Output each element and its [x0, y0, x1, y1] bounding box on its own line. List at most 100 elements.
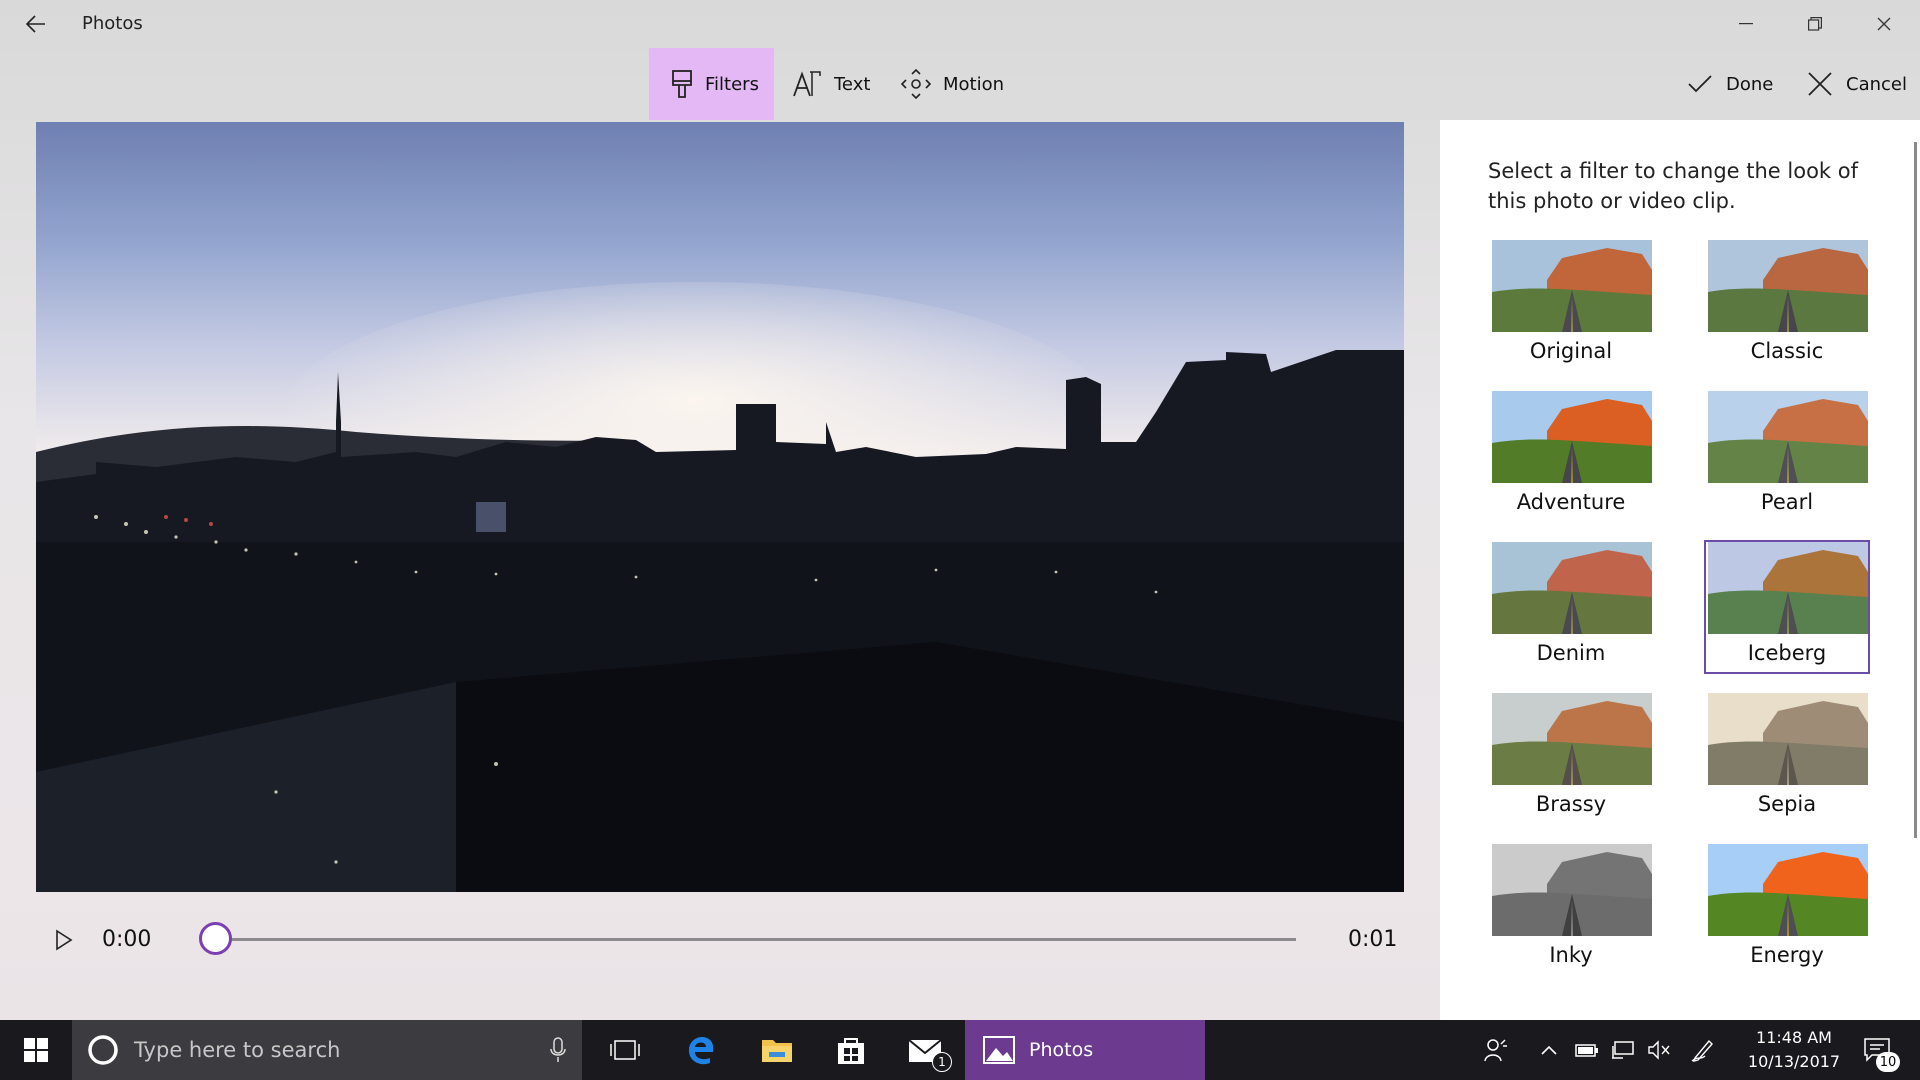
- filter-label: Energy: [1750, 943, 1824, 967]
- action-center-button[interactable]: [1850, 1020, 1904, 1080]
- close-button[interactable]: [1850, 0, 1918, 48]
- checkmark-icon: [1688, 75, 1712, 93]
- filter-inky[interactable]: Inky: [1488, 842, 1654, 976]
- microphone-icon[interactable]: [550, 1037, 566, 1063]
- app-title: Photos: [82, 13, 143, 34]
- back-arrow-icon: [26, 15, 45, 33]
- minimize-icon: [1739, 23, 1753, 25]
- store-button[interactable]: [818, 1020, 884, 1080]
- search-placeholder: Type here to search: [134, 1038, 341, 1062]
- filter-denim[interactable]: Denim: [1488, 540, 1654, 674]
- filter-label: Denim: [1536, 641, 1606, 665]
- filter-panel-scrollbar[interactable]: [1914, 142, 1917, 838]
- filter-thumbnail: [1492, 844, 1652, 936]
- seek-bar-thumb[interactable]: [199, 922, 232, 955]
- people-button[interactable]: [1474, 1020, 1518, 1080]
- filter-thumbnail: [1492, 391, 1652, 483]
- mail-badge: 1: [932, 1052, 952, 1072]
- pen-workspace-button[interactable]: [1686, 1020, 1720, 1080]
- file-explorer-button[interactable]: [744, 1020, 810, 1080]
- close-icon: [1877, 17, 1891, 31]
- filter-label: Pearl: [1760, 490, 1814, 514]
- filter-thumbnail: [1708, 693, 1868, 785]
- filter-adventure[interactable]: Adventure: [1488, 389, 1654, 523]
- filter-thumbnail: [1492, 542, 1652, 634]
- windows-logo-icon: [24, 1038, 48, 1062]
- notification-count-badge: 10: [1876, 1052, 1900, 1072]
- duration: 0:01: [1348, 927, 1398, 952]
- show-hidden-icons-button[interactable]: [1532, 1020, 1566, 1080]
- filter-original[interactable]: Original: [1488, 238, 1654, 372]
- taskbar-search-box[interactable]: Type here to search: [72, 1020, 582, 1080]
- cancel-button[interactable]: Cancel: [1808, 48, 1907, 120]
- filters-brush-icon: [672, 70, 692, 98]
- filter-iceberg[interactable]: Iceberg: [1704, 540, 1870, 674]
- taskbar: Type here to search 1 Photos 11:48 AM 10…: [0, 1020, 1920, 1080]
- pen-icon: [1691, 1039, 1713, 1062]
- filter-thumbnail: [1492, 693, 1652, 785]
- restore-icon: [1808, 17, 1822, 31]
- cancel-label: Cancel: [1846, 73, 1907, 95]
- filter-thumbnail: [1708, 240, 1868, 332]
- filter-thumbnail: [1708, 844, 1868, 936]
- filter-label: Iceberg: [1747, 641, 1827, 665]
- filter-label: Inky: [1549, 943, 1593, 967]
- people-icon: [1484, 1039, 1507, 1062]
- task-view-icon: [610, 1040, 640, 1060]
- video-preview[interactable]: [36, 122, 1404, 892]
- network-button[interactable]: [1606, 1020, 1640, 1080]
- back-button[interactable]: [14, 6, 58, 42]
- cancel-x-icon: [1808, 72, 1832, 96]
- start-button[interactable]: [0, 1020, 72, 1080]
- tab-text[interactable]: Text: [792, 48, 892, 120]
- play-button[interactable]: [46, 922, 82, 958]
- play-icon: [56, 929, 73, 951]
- clock-date: 10/13/2017: [1747, 1052, 1841, 1071]
- filter-label: Adventure: [1516, 490, 1626, 514]
- title-bar: Photos: [0, 0, 1920, 48]
- edge-browser-button[interactable]: [668, 1020, 734, 1080]
- motion-icon: [901, 69, 931, 99]
- text-icon: [793, 71, 821, 97]
- minimize-button[interactable]: [1712, 0, 1780, 48]
- filter-label: Sepia: [1757, 792, 1817, 816]
- network-icon: [1612, 1041, 1634, 1059]
- filter-energy[interactable]: Energy: [1704, 842, 1870, 976]
- cortana-icon: [88, 1035, 118, 1065]
- done-label: Done: [1726, 73, 1774, 95]
- seek-bar-track[interactable]: [214, 938, 1296, 941]
- system-clock[interactable]: 11:48 AM 10/13/2017: [1738, 1026, 1850, 1074]
- filter-thumbnail: [1708, 542, 1868, 634]
- edge-icon: [688, 1037, 714, 1065]
- tab-text-label: Text: [834, 73, 871, 95]
- taskbar-photos-app[interactable]: Photos: [965, 1020, 1205, 1080]
- tab-filters-label: Filters: [705, 73, 759, 95]
- battery-button[interactable]: [1570, 1020, 1604, 1080]
- done-button[interactable]: Done: [1688, 48, 1773, 120]
- folder-icon: [762, 1040, 792, 1062]
- filter-panel: Select a filter to change the look of th…: [1440, 120, 1920, 1020]
- chevron-up-icon: [1541, 1045, 1557, 1055]
- task-view-button[interactable]: [592, 1020, 658, 1080]
- filter-sepia[interactable]: Sepia: [1704, 691, 1870, 825]
- current-time: 0:00: [102, 927, 152, 952]
- restore-button[interactable]: [1781, 0, 1849, 48]
- mail-button[interactable]: [892, 1020, 958, 1080]
- tab-filters[interactable]: Filters: [649, 48, 774, 120]
- filter-pearl[interactable]: Pearl: [1704, 389, 1870, 523]
- edit-toolbar: Filters Text Motion Done Cancel: [0, 48, 1920, 120]
- tab-motion[interactable]: Motion: [901, 48, 1021, 120]
- filter-label: Brassy: [1535, 792, 1607, 816]
- filter-classic[interactable]: Classic: [1704, 238, 1870, 372]
- filter-thumbnail: [1492, 240, 1652, 332]
- battery-icon: [1575, 1044, 1598, 1057]
- filter-label: Original: [1529, 339, 1613, 363]
- filter-label: Classic: [1750, 339, 1824, 363]
- tab-motion-label: Motion: [943, 73, 1005, 95]
- photos-app-icon: [983, 1036, 1015, 1064]
- store-bag-icon: [838, 1038, 864, 1064]
- filter-brassy[interactable]: Brassy: [1488, 691, 1654, 825]
- volume-button[interactable]: [1642, 1020, 1676, 1080]
- filter-thumbnail: [1708, 391, 1868, 483]
- photos-app-label: Photos: [1029, 1039, 1094, 1061]
